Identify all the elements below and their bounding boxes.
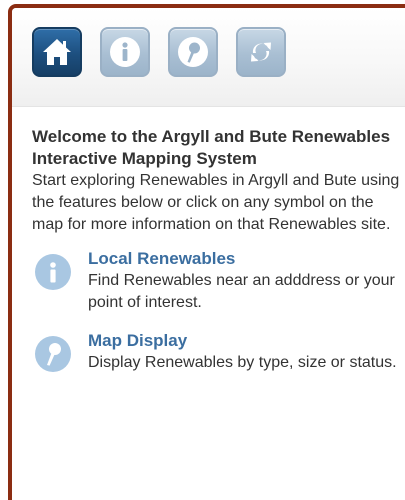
feature-body: Map Display Display Renewables by type, … [88,330,404,374]
local-renewables-button[interactable] [35,254,71,290]
feature-map-display[interactable]: Map Display Display Renewables by type, … [32,330,404,400]
map-display-link[interactable]: Map Display [88,330,404,352]
info-icon [110,37,140,67]
map-display-button[interactable] [168,27,218,77]
welcome-panel: Welcome to the Argyll and Bute Renewable… [32,126,404,400]
map-pin-icon [178,37,208,67]
refresh-icon [251,42,271,62]
panel-frame: Welcome to the Argyll and Bute Renewable… [8,4,405,500]
toolbar [12,8,405,107]
home-button[interactable] [32,27,82,77]
map-display-feature-button[interactable] [35,336,71,372]
refresh-button[interactable] [236,27,286,77]
welcome-text: Start exploring Renewables in Argyll and… [32,172,400,233]
feature-local-renewables[interactable]: Local Renewables Find Renewables near an… [32,248,404,318]
home-icon [43,39,71,65]
info-button[interactable] [100,27,150,77]
info-icon [50,262,56,283]
map-pin-icon [47,343,61,366]
welcome-title: Welcome to the Argyll and Bute Renewable… [32,127,391,168]
map-display-description: Display Renewables by type, size or stat… [88,354,397,371]
local-renewables-link[interactable]: Local Renewables [88,248,404,270]
local-renewables-description: Find Renewables near an adddress or your… [88,272,395,311]
feature-body: Local Renewables Find Renewables near an… [88,248,404,314]
